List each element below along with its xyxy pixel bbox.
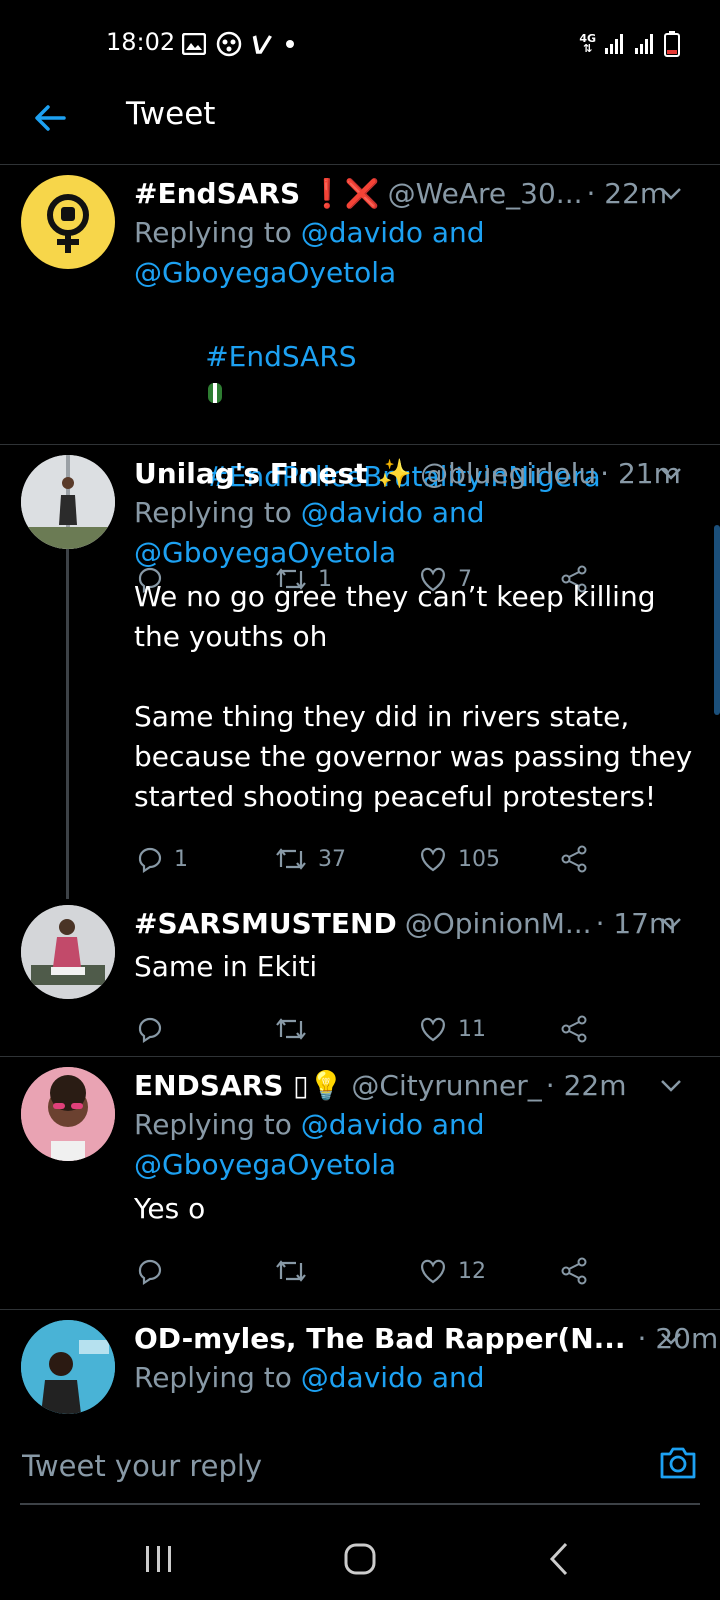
share-button[interactable] (560, 1257, 588, 1285)
tweet-header: #EndSARS ❗❌ @WeAre_30... · 22m (134, 173, 694, 213)
reply-composer (0, 1427, 720, 1505)
tweet-header: OD-myles, The Bad Rapper(N... · 20m (134, 1318, 718, 1358)
tweet-text: Same in Ekiti (134, 950, 318, 983)
tweet[interactable]: #SARSMUSTEND @OpinionM... · 17m Same in … (0, 895, 720, 1057)
retweet-icon (276, 1260, 306, 1282)
share-icon (561, 845, 587, 873)
reply-icon (138, 1017, 162, 1044)
like-button[interactable]: 105 (418, 845, 500, 873)
replying-to: Replying to @davido and (134, 1361, 485, 1394)
reply-divider (20, 1503, 700, 1505)
reply-button[interactable]: 1 (134, 844, 188, 874)
back-icon[interactable] (536, 1534, 586, 1584)
avatar[interactable] (21, 1320, 115, 1414)
recent-apps-icon[interactable] (134, 1534, 184, 1584)
user-photo-icon (21, 905, 115, 999)
avatar[interactable] (21, 175, 115, 269)
retweet-icon (276, 1018, 306, 1040)
dot-icon (286, 40, 294, 48)
status-notification-icons (182, 30, 296, 58)
chevron-down-icon[interactable] (660, 187, 682, 201)
camera-icon[interactable] (658, 1445, 698, 1481)
share-icon (561, 1257, 587, 1285)
reply-mentions[interactable]: @davido and (301, 1361, 485, 1394)
avatar[interactable] (21, 455, 115, 549)
gallery-icon (182, 33, 206, 55)
scrollbar[interactable] (714, 525, 720, 715)
replying-to: Replying to @davido and @GboyegaOyetola (134, 216, 485, 289)
tweet[interactable]: Unilag's Finest ✨ @bluegirlolu · 21m Rep… (0, 445, 720, 899)
retweet-button[interactable] (274, 1015, 318, 1043)
user-photo-icon (21, 1067, 115, 1161)
chevron-down-icon[interactable] (660, 1079, 682, 1093)
reply-icon (138, 847, 162, 874)
user-handle[interactable]: @OpinionM... (405, 907, 592, 940)
chevron-down-icon[interactable] (660, 1332, 682, 1346)
avatar[interactable] (21, 905, 115, 999)
reply-button[interactable] (134, 1256, 174, 1286)
user-photo-icon (21, 1320, 115, 1414)
user-handle[interactable]: @Cityrunner_ (351, 1069, 541, 1102)
tweet-text: We no go gree they can’t keep killing th… (134, 580, 693, 813)
user-handle[interactable]: @WeAre_30... (388, 177, 583, 210)
heart-icon (421, 847, 445, 872)
tweet[interactable]: #EndSARS ❗❌ @WeAre_30... · 22m Replying … (0, 165, 720, 594)
display-name[interactable]: OD-myles, The Bad Rapper(N... (134, 1322, 626, 1355)
tweet-header: ENDSARS ▯💡 @Cityrunner_ · 22m (134, 1065, 694, 1105)
retweet-button[interactable] (274, 1257, 318, 1285)
heart-icon (421, 1017, 445, 1042)
signal-icon (605, 34, 623, 54)
share-button[interactable] (560, 1015, 588, 1043)
tweet-time: · 22m (586, 176, 668, 210)
thread-line (66, 549, 69, 899)
share-button[interactable] (560, 845, 588, 873)
nigeria-fist-emoji-icon (208, 383, 223, 403)
like-button[interactable]: 12 (418, 1257, 486, 1285)
display-name[interactable]: #EndSARS ❗❌ (134, 177, 380, 210)
home-icon[interactable] (335, 1534, 385, 1584)
back-arrow-icon[interactable] (30, 98, 70, 138)
retweet-button[interactable]: 37 (274, 845, 346, 873)
retweet-icon (276, 848, 306, 870)
display-name[interactable]: ENDSARS ▯💡 (134, 1069, 343, 1102)
soccer-ball-icon (216, 31, 242, 57)
tweet-header: #SARSMUSTEND @OpinionM... · 17m (134, 903, 694, 943)
reply-input[interactable] (20, 1427, 624, 1505)
chevron-down-icon[interactable] (660, 467, 682, 481)
user-handle[interactable]: @bluegirlolu (420, 457, 596, 490)
tweet-time: · 22m (545, 1068, 627, 1102)
status-bar: 18:02 4G ⇅ (0, 0, 720, 88)
heart-icon (421, 1259, 445, 1284)
chevron-down-icon[interactable] (660, 917, 682, 931)
replying-to: Replying to @davido and @GboyegaOyetola (134, 1108, 485, 1181)
display-name[interactable]: Unilag's Finest ✨ (134, 457, 412, 490)
display-name[interactable]: #SARSMUSTEND (134, 907, 397, 940)
top-app-bar: Tweet (0, 88, 720, 165)
tweet-feed[interactable]: #EndSARS ❗❌ @WeAre_30... · 22m Replying … (0, 165, 720, 1427)
network-type: 4G ⇅ (579, 32, 596, 55)
tweet[interactable]: ENDSARS ▯💡 @Cityrunner_ · 22m Replying t… (0, 1057, 720, 1310)
tweet-text: Yes o (134, 1192, 206, 1225)
user-photo-icon (21, 455, 115, 549)
share-icon (561, 1015, 587, 1043)
hashtag-link[interactable]: #EndSARS (205, 340, 356, 373)
status-time: 18:02 (106, 28, 176, 56)
reply-icon (138, 1259, 162, 1286)
status-system-icons: 4G ⇅ (579, 30, 680, 58)
replying-to: Replying to @davido and @GboyegaOyetola (134, 496, 485, 569)
tweet[interactable]: OD-myles, The Bad Rapper(N... · 20m Repl… (0, 1310, 720, 1427)
battery-low-icon (664, 31, 680, 57)
feminist-fist-icon (47, 194, 89, 253)
avatar[interactable] (21, 1067, 115, 1161)
system-navigation-bar (0, 1510, 720, 1600)
signal-icon-2 (635, 34, 653, 54)
vpn-v-icon (252, 35, 272, 54)
reply-button[interactable] (134, 1014, 174, 1044)
tweet-header: Unilag's Finest ✨ @bluegirlolu · 21m (134, 453, 694, 493)
like-button[interactable]: 11 (418, 1015, 486, 1043)
page-title: Tweet (126, 96, 216, 132)
